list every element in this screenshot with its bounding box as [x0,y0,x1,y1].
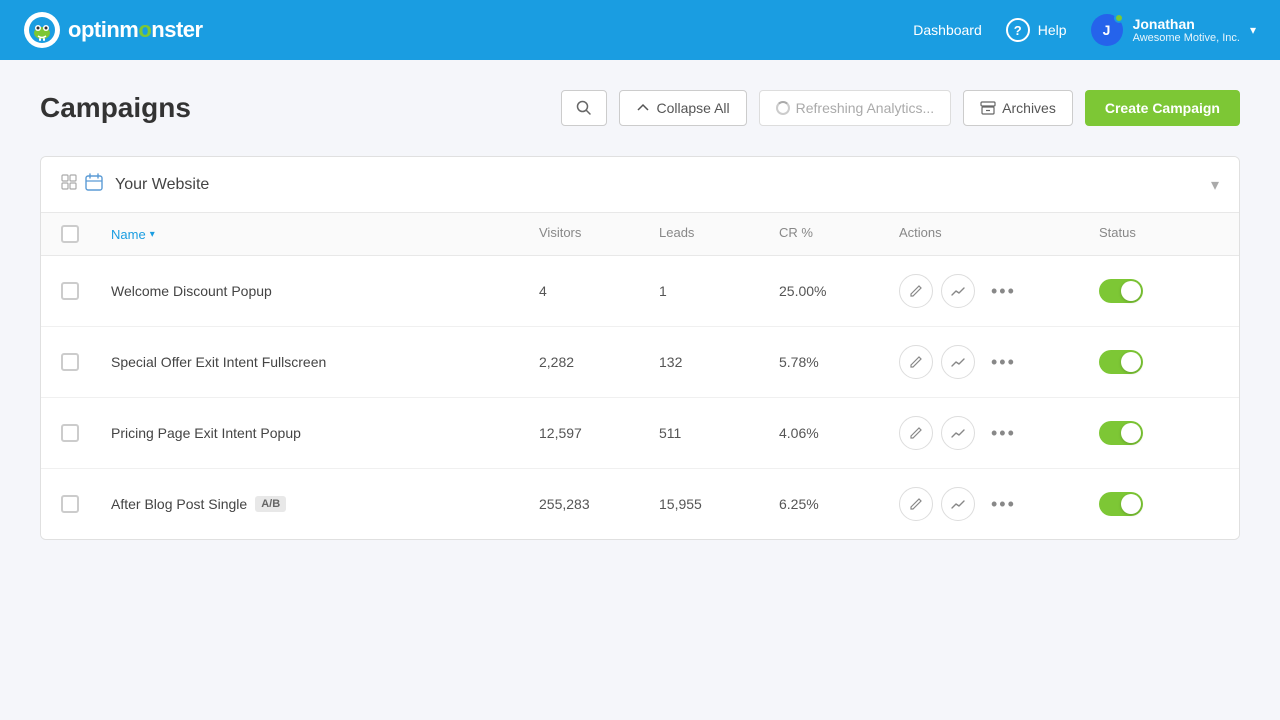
sort-arrow-icon: ▾ [150,229,155,240]
campaign-name: Pricing Page Exit Intent Popup [111,425,539,441]
ab-badge: A/B [255,496,286,512]
grid-icon [61,174,77,195]
website-collapse-chevron[interactable]: ▾ [1211,175,1219,195]
column-cr: CR % [779,225,899,243]
more-options-button[interactable]: ••• [983,348,1024,377]
user-company: Awesome Motive, Inc. [1133,32,1240,44]
visitors-value: 4 [539,283,659,299]
table-header: Name ▾ Visitors Leads CR % Actions Statu… [41,213,1239,256]
leads-value: 1 [659,283,779,299]
actions-cell: ••• [899,345,1099,379]
create-campaign-button[interactable]: Create Campaign [1085,90,1240,126]
page-title: Campaigns [40,92,191,124]
table-row: After Blog Post Single A/B 255,283 15,95… [41,469,1239,539]
create-campaign-label: Create Campaign [1105,100,1220,116]
analytics-button[interactable] [941,274,975,308]
status-toggle[interactable] [1099,492,1219,516]
row-checkbox[interactable] [61,353,111,371]
help-link[interactable]: Help [1038,22,1067,38]
column-actions: Actions [899,225,1099,243]
visitors-value: 2,282 [539,354,659,370]
campaign-name: Special Offer Exit Intent Fullscreen [111,354,539,370]
calendar-icon [85,173,103,196]
avatar: J [1091,14,1123,46]
main-content: Campaigns Collapse All Refreshing Analyt… [0,60,1280,570]
leads-value: 132 [659,354,779,370]
analytics-button[interactable] [941,345,975,379]
actions-cell: ••• [899,274,1099,308]
analytics-button[interactable] [941,487,975,521]
cr-value: 6.25% [779,496,899,512]
cr-value: 4.06% [779,425,899,441]
website-name: Your Website [115,176,1211,194]
table-row: Special Offer Exit Intent Fullscreen 2,2… [41,327,1239,398]
dashboard-link[interactable]: Dashboard [913,22,982,38]
more-options-button[interactable]: ••• [983,490,1024,519]
actions-cell: ••• [899,416,1099,450]
leads-value: 15,955 [659,496,779,512]
cr-value: 25.00% [779,283,899,299]
archives-label: Archives [1002,100,1056,116]
collapse-all-button[interactable]: Collapse All [619,90,746,126]
edit-button[interactable] [899,416,933,450]
page-header: Campaigns Collapse All Refreshing Analyt… [40,90,1240,126]
archives-button[interactable]: Archives [963,90,1073,126]
user-name: Jonathan [1133,16,1240,32]
edit-button[interactable] [899,345,933,379]
row-checkbox[interactable] [61,495,111,513]
row-checkbox[interactable] [61,282,111,300]
main-header: optinmonster Dashboard ? Help J Jonathan… [0,0,1280,60]
website-header: Your Website ▾ [41,157,1239,213]
header-nav: Dashboard ? Help J Jonathan Awesome Moti… [913,14,1256,46]
edit-button[interactable] [899,274,933,308]
collapse-all-label: Collapse All [656,100,729,116]
column-leads: Leads [659,225,779,243]
logo-icon [24,12,60,48]
status-toggle[interactable] [1099,279,1219,303]
more-options-button[interactable]: ••• [983,419,1024,448]
user-info: Jonathan Awesome Motive, Inc. [1133,16,1240,44]
refresh-spinner-icon [776,101,790,115]
table-row: Welcome Discount Popup 4 1 25.00% ••• [41,256,1239,327]
logo[interactable]: optinmonster [24,12,203,48]
leads-value: 511 [659,425,779,441]
online-status-dot [1114,13,1124,23]
refreshing-analytics-button[interactable]: Refreshing Analytics... [759,90,952,126]
campaign-name: After Blog Post Single A/B [111,496,539,512]
actions-cell: ••• [899,487,1099,521]
select-all-checkbox[interactable] [61,225,111,243]
column-status: Status [1099,225,1219,243]
table-row: Pricing Page Exit Intent Popup 12,597 51… [41,398,1239,469]
analytics-button[interactable] [941,416,975,450]
user-dropdown-chevron: ▾ [1250,23,1256,37]
column-name[interactable]: Name ▾ [111,225,539,243]
table-body: Welcome Discount Popup 4 1 25.00% ••• [41,256,1239,539]
campaign-container: Your Website ▾ Name ▾ Visitors Leads CR … [40,156,1240,540]
search-button[interactable] [561,90,607,126]
logo-text: optinmonster [68,17,203,43]
edit-button[interactable] [899,487,933,521]
cr-value: 5.78% [779,354,899,370]
refreshing-label: Refreshing Analytics... [796,100,935,116]
column-visitors: Visitors [539,225,659,243]
campaign-name: Welcome Discount Popup [111,283,539,299]
status-toggle[interactable] [1099,421,1219,445]
visitors-value: 12,597 [539,425,659,441]
more-options-button[interactable]: ••• [983,277,1024,306]
visitors-value: 255,283 [539,496,659,512]
status-toggle[interactable] [1099,350,1219,374]
row-checkbox[interactable] [61,424,111,442]
user-section[interactable]: J Jonathan Awesome Motive, Inc. ▾ [1091,14,1256,46]
help-icon: ? [1006,18,1030,42]
